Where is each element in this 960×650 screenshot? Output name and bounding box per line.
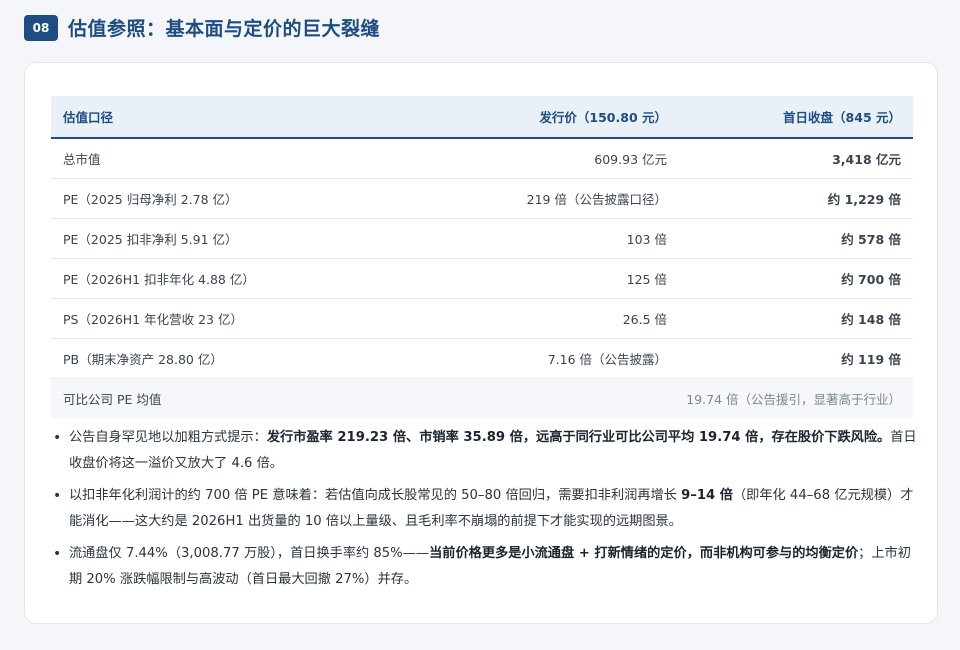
row-label: PE（2026H1 扣非年化 4.88 亿）	[51, 258, 375, 299]
table-row: PB（期末净资产 28.80 亿） 7.16 倍（公告披露） 约 119 倍	[51, 338, 913, 379]
issue-price-value: 219 倍（公告披露口径）	[375, 178, 687, 219]
first-day-value: 约 578 倍	[687, 218, 913, 259]
column-header-first-day-close: 首日收盘（845 元）	[687, 96, 913, 139]
first-day-value: 约 119 倍	[687, 338, 913, 379]
issue-price-value: 609.93 亿元	[375, 138, 687, 179]
note-emphasis: 当前价格更多是小流通盘 + 打新情绪的定价，而非机构可参与的均衡定价	[429, 546, 859, 561]
table-row: PE（2026H1 扣非年化 4.88 亿） 125 倍 约 700 倍	[51, 258, 913, 299]
note-text: 公告自身罕见地以加粗方式提示：	[69, 430, 267, 445]
row-label: PE（2025 扣非净利 5.91 亿）	[51, 218, 375, 259]
list-item: • 流通盘仅 7.44%（3,008.77 万股），首日换手率约 85%——当前价…	[51, 541, 921, 593]
section-title: 估值参照：基本面与定价的巨大裂缝	[68, 18, 381, 40]
issue-price-value: 26.5 倍	[375, 298, 687, 339]
row-label: PS（2026H1 年化营收 23 亿）	[51, 298, 375, 339]
table-row: PS（2026H1 年化营收 23 亿） 26.5 倍 约 148 倍	[51, 298, 913, 339]
bullet-icon: •	[53, 430, 62, 446]
first-day-value: 3,418 亿元	[687, 138, 913, 179]
note-emphasis: 发行市盈率 219.23 倍、市销率 35.89 倍，远高于同行业可比公司平均 …	[266, 430, 891, 445]
list-item: • 公告自身罕见地以加粗方式提示：发行市盈率 219.23 倍、市销率 35.89…	[51, 425, 921, 477]
table-row-comparable: 可比公司 PE 均值 19.74 倍（公告援引，显著高于行业）	[51, 378, 913, 418]
notes-list: • 公告自身罕见地以加粗方式提示：发行市盈率 219.23 倍、市销率 35.89…	[51, 425, 921, 599]
valuation-table: 估值口径 发行价（150.80 元） 首日收盘（845 元） 总市值 609.9…	[51, 96, 913, 418]
note-text: 流通盘仅 7.44%（3,008.77 万股），首日换手率约 85%——	[69, 546, 430, 561]
content-card: 估值口径 发行价（150.80 元） 首日收盘（845 元） 总市值 609.9…	[24, 62, 938, 624]
column-header-issue-price: 发行价（150.80 元）	[375, 96, 687, 139]
issue-price-value: 7.16 倍（公告披露）	[375, 338, 687, 379]
table-row: PE（2025 扣非净利 5.91 亿） 103 倍 约 578 倍	[51, 218, 913, 259]
row-label: 可比公司 PE 均值	[51, 378, 375, 418]
first-day-value: 约 700 倍	[687, 258, 913, 299]
first-day-value: 约 1,229 倍	[687, 178, 913, 219]
first-day-value: 约 148 倍	[687, 298, 913, 339]
note-text: 以扣非年化利润计的约 700 倍 PE 意味着：若估值向成长股常见的 50–80…	[69, 488, 682, 503]
table-row: PE（2025 归母净利 2.78 亿） 219 倍（公告披露口径） 约 1,2…	[51, 178, 913, 219]
issue-price-value: 125 倍	[375, 258, 687, 299]
comparable-pe-value: 19.74 倍（公告援引，显著高于行业）	[375, 378, 913, 418]
row-label: PB（期末净资产 28.80 亿）	[51, 338, 375, 379]
table-header-row: 估值口径 发行价（150.80 元） 首日收盘（845 元）	[51, 96, 913, 139]
row-label: 总市值	[51, 138, 375, 179]
issue-price-value: 103 倍	[375, 218, 687, 259]
section-header: 08 估值参照：基本面与定价的巨大裂缝	[24, 14, 380, 41]
bullet-icon: •	[53, 546, 62, 562]
table-row: 总市值 609.93 亿元 3,418 亿元	[51, 138, 913, 179]
bullet-icon: •	[53, 488, 62, 504]
list-item: • 以扣非年化利润计的约 700 倍 PE 意味着：若估值向成长股常见的 50–8…	[51, 483, 921, 535]
note-emphasis: 9–14 倍	[681, 488, 733, 503]
row-label: PE（2025 归母净利 2.78 亿）	[51, 178, 375, 219]
section-number-badge: 08	[24, 14, 58, 41]
column-header-metric: 估值口径	[51, 96, 375, 139]
